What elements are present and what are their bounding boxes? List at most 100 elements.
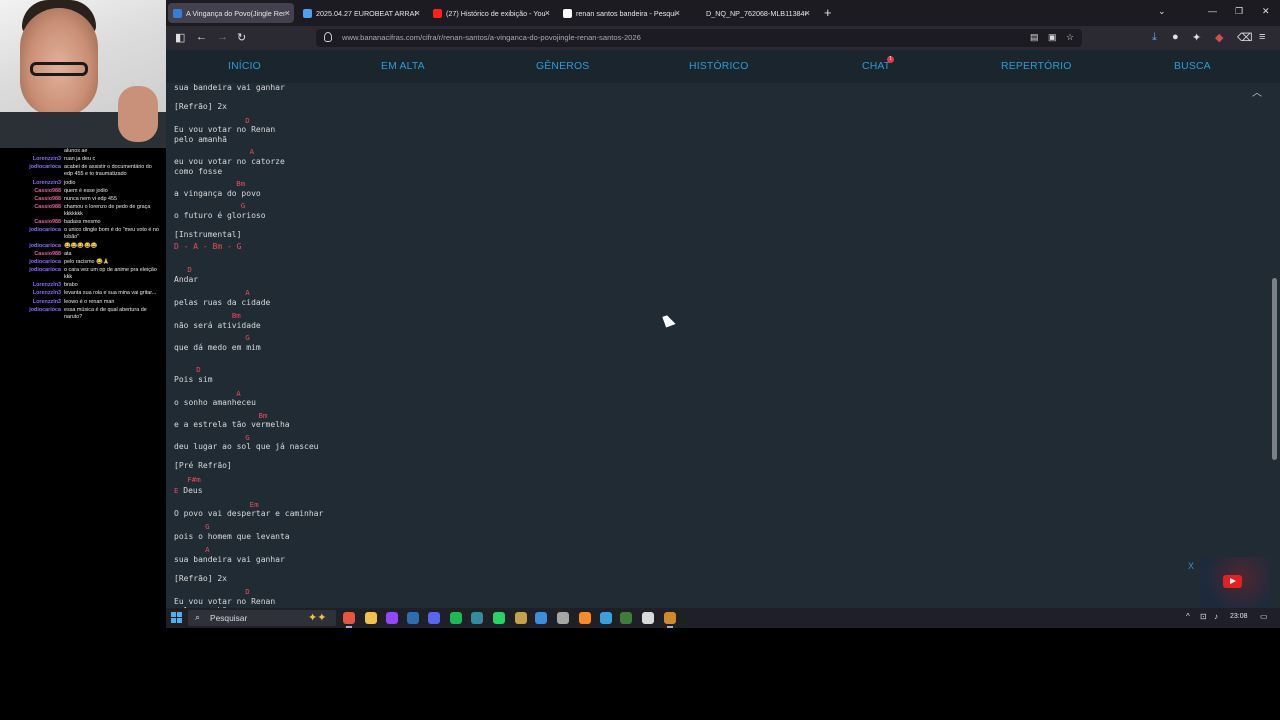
chat-username: Lorenzzin3 (32, 156, 61, 163)
tab-close-icon[interactable]: × (675, 8, 680, 18)
mini-video-player[interactable] (1200, 557, 1270, 608)
chord-line: A (174, 147, 255, 156)
chord-line: D (174, 365, 201, 374)
restore-icon[interactable]: ❐ (1235, 6, 1243, 17)
browser-tab[interactable]: 2025.04.27 EUROBEAT ARRANGE× (298, 3, 424, 23)
site-navigation: INÍCIO EM ALTA GÊNEROS HISTÓRICO CHAT 1 REPERT… (166, 50, 1280, 83)
chat-username (4, 148, 64, 155)
site-info-icon[interactable] (324, 32, 332, 42)
chat-message: Cassio988 badass mesmo (4, 219, 162, 226)
page-scrollbar[interactable] (1270, 83, 1280, 608)
account-icon[interactable]: ● (1172, 31, 1179, 43)
browser-tab[interactable]: (27) Histórico de exibição - YouTube× (428, 3, 554, 23)
nav-generos[interactable]: GÊNEROS (536, 61, 589, 72)
tray-overflow-icon[interactable]: ^ (1186, 612, 1190, 621)
tab-close-icon[interactable]: × (545, 8, 550, 18)
scroll-top-icon[interactable]: ︿ (1252, 84, 1262, 99)
nav-em-alta[interactable]: EM ALTA (381, 61, 425, 72)
minimize-icon[interactable]: — (1208, 6, 1217, 16)
whatsapp-app-icon[interactable] (493, 612, 505, 624)
screenshot-icon[interactable]: ▣ (1048, 32, 1057, 43)
notifications-icon[interactable]: ▭ (1260, 612, 1268, 621)
chat-username: Cassio988 (34, 195, 61, 202)
chat-text: leowo é o renan man (64, 298, 115, 305)
vscode-app-icon[interactable] (535, 612, 547, 624)
discord-app-icon[interactable] (428, 612, 440, 624)
lyric-line: [Pré Refrão] (174, 461, 232, 470)
game-app-icon[interactable] (620, 612, 632, 624)
reload-icon[interactable]: ↻ (237, 31, 246, 44)
downloads-icon[interactable]: ⤓ (1152, 31, 1157, 44)
taskbar-search-placeholder: Pesquisar (210, 613, 248, 623)
nav-chat[interactable]: CHAT (862, 61, 890, 72)
chat-message: Lorenzzin3 jodio (4, 180, 162, 187)
browser-app-icon[interactable] (343, 612, 355, 628)
chord-line: A (174, 288, 250, 297)
volume-icon[interactable]: ♪ (1214, 612, 1218, 621)
chat-message: Lorenzzin3 brabo (4, 282, 162, 289)
chat-message: Cassio988 nunca nem vi edp 455 (4, 196, 162, 203)
chord-line: G (174, 333, 250, 342)
chat-text: o cara vez um op de anime pra eleição kk… (64, 267, 157, 281)
start-button[interactable] (171, 612, 182, 623)
forward-icon[interactable]: → (217, 31, 228, 43)
scrollbar-thumb[interactable] (1272, 278, 1277, 460)
lyric-line: [Refrão] 2x (174, 574, 227, 583)
steam-app-icon[interactable] (407, 612, 419, 624)
chat-username: jodiocarioca (29, 227, 61, 234)
chat-message: jodiocarioca pelo racismo 😂🙏 (4, 259, 162, 266)
search-highlight-icon: ✦✦ (308, 612, 327, 624)
lyric-line: e a estrela tão vermelha (174, 420, 290, 429)
edge-app-icon[interactable] (600, 612, 612, 624)
chord-line: D (174, 265, 192, 274)
lyric-line: sua bandeira vai ganhar (174, 555, 285, 564)
mini-player-close-button[interactable]: X (1188, 561, 1194, 571)
webcam-feed (0, 0, 166, 148)
spotify-app-icon[interactable] (450, 612, 462, 624)
browser-tab[interactable]: D_NQ_NP_762068-MLB1138462433× (688, 3, 814, 23)
extension-badge-icon[interactable]: ◆ (1215, 31, 1223, 44)
bookmark-star-icon[interactable]: ☆ (1066, 32, 1074, 43)
list-all-tabs-icon[interactable]: ⌄ (1158, 6, 1166, 17)
lyric-line: Pois sim (174, 375, 213, 384)
clock[interactable]: 23:08 (1230, 613, 1248, 620)
lyric-line: o futuro é glorioso (174, 211, 266, 220)
chat-text: essa música é de qual abertura de naruto… (64, 306, 147, 320)
chat-message: alunos ae (4, 148, 162, 155)
extensions-icon[interactable]: ✦ (1192, 31, 1201, 44)
obs-app-icon[interactable] (664, 612, 676, 628)
menu-icon[interactable]: ≡ (1259, 31, 1265, 43)
close-window-icon[interactable]: ✕ (1262, 6, 1270, 17)
chat-text: quem é esse jodio (64, 187, 108, 194)
notes-app-icon[interactable] (515, 612, 527, 624)
address-bar[interactable]: www.bananacifras.com/cifra/r/renan-santo… (316, 29, 1082, 47)
new-tab-button[interactable]: + (824, 5, 832, 20)
url-text[interactable]: www.bananacifras.com/cifra/r/renan-santo… (342, 33, 641, 42)
chat-text: badass mesmo (64, 219, 101, 226)
firefox-app-icon[interactable] (579, 612, 591, 624)
tab-close-icon[interactable]: × (805, 8, 810, 18)
chat-text: ata (64, 250, 72, 257)
nav-inicio[interactable]: INÍCIO (228, 61, 261, 72)
youtube-play-icon[interactable] (1223, 575, 1242, 588)
browser-tab[interactable]: renan santos bandeira - Pesquisa × (558, 3, 684, 23)
file-explorer-app-icon[interactable] (365, 612, 377, 624)
browser-tab[interactable]: A Vingança do Povo(Jingle Renan × (168, 3, 294, 23)
tab-close-icon[interactable]: × (285, 8, 290, 18)
back-icon[interactable]: ← (196, 31, 207, 43)
tool-app-icon[interactable] (557, 612, 569, 624)
view-icon[interactable]: ◧ (175, 31, 185, 44)
network-icon[interactable]: ⊡ (1200, 612, 1207, 621)
lyric-line: deu lugar ao sol que já nasceu (174, 442, 319, 451)
nav-historico[interactable]: HISTÓRICO (689, 61, 749, 72)
m-app-icon[interactable] (642, 612, 654, 624)
nav-repertorio[interactable]: REPERTÓRIO (1001, 61, 1072, 72)
terminal-app-icon[interactable] (471, 612, 483, 624)
trash-icon[interactable]: ⌫ (1237, 31, 1253, 44)
reader-view-icon[interactable]: ▤ (1030, 32, 1039, 43)
twitch-app-icon[interactable] (386, 612, 398, 624)
nav-busca[interactable]: BUSCA (1174, 61, 1211, 72)
tab-close-icon[interactable]: × (415, 8, 420, 18)
chat-text: brabo (64, 282, 78, 289)
taskbar-search[interactable]: ⌕ Pesquisar ✦✦ (188, 610, 336, 626)
